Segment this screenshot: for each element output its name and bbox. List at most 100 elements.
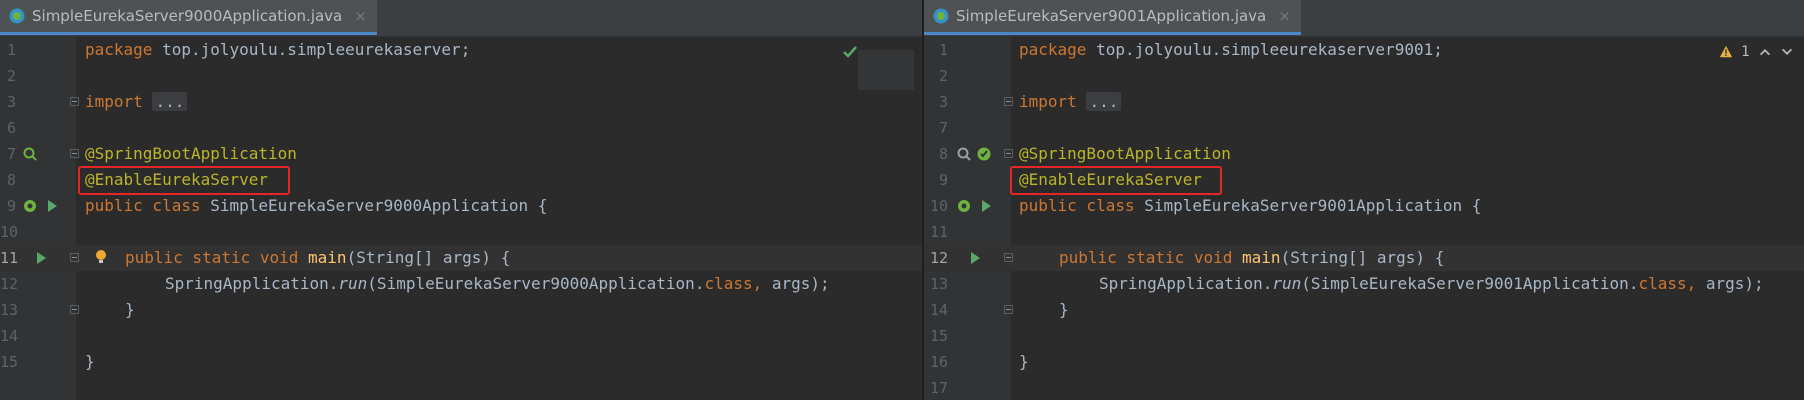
tab-simpleeurekaserver9001[interactable]: SimpleEurekaServer9001Application.java ×	[924, 0, 1301, 35]
line-number: 1	[938, 41, 948, 59]
tab-bar: SimpleEurekaServer9001Application.java ×	[924, 0, 1804, 37]
line-number: 17	[929, 379, 948, 397]
code-line: 12 SpringApplication.run(SimpleEurekaSer…	[0, 271, 922, 297]
spring-bean-icon[interactable]	[956, 146, 972, 162]
tab-title: SimpleEurekaServer9000Application.java	[32, 7, 343, 25]
editor-pane-right: SimpleEurekaServer9001Application.java ×…	[924, 0, 1804, 400]
code-line: 1 package top.jolyoulu.simpleeurekaserve…	[0, 37, 922, 63]
method-params: (String[] args) {	[1280, 248, 1445, 267]
line-number: 14	[0, 327, 19, 345]
java-class-icon	[933, 8, 949, 24]
line-number: 9	[6, 197, 16, 215]
code-text: public static void main(String[] args) {	[125, 245, 510, 271]
fold-marker-icon[interactable]	[70, 305, 79, 314]
fold-marker-icon[interactable]	[70, 149, 79, 158]
run-icon[interactable]	[33, 250, 49, 266]
fold-marker-icon[interactable]	[70, 253, 79, 262]
intention-bulb-icon[interactable]	[93, 249, 109, 265]
line-number: 2	[938, 67, 948, 85]
line-number: 7	[6, 145, 16, 163]
fold-marker-icon[interactable]	[1004, 97, 1013, 106]
line-number: 8	[938, 145, 948, 163]
keyword: class,	[704, 274, 763, 293]
code-token: (SimpleEurekaServer9001Application.	[1301, 274, 1639, 293]
code-token: SpringApplication.	[165, 274, 339, 293]
line-number: 9	[938, 171, 948, 189]
folded-imports[interactable]: ...	[1086, 92, 1122, 111]
annotation: @SpringBootApplication	[1019, 144, 1231, 163]
line-number: 11	[929, 223, 948, 241]
line-number: 3	[938, 93, 948, 111]
code-line: 15	[924, 323, 1804, 349]
spring-bean-icon[interactable]	[22, 146, 38, 162]
code-text: import ...	[1019, 89, 1122, 115]
method-name: main	[1242, 248, 1281, 267]
line-number: 15	[0, 353, 19, 371]
run-icon[interactable]	[967, 250, 983, 266]
keyword: import	[85, 92, 143, 111]
keyword: package	[85, 40, 153, 59]
line-number: 12	[929, 249, 948, 267]
code-line: 3 import ...	[0, 89, 922, 115]
code-line: 15 }	[0, 349, 922, 375]
code-line: 14 }	[924, 297, 1804, 323]
keyword: public class	[1019, 196, 1135, 215]
code-line: 2	[924, 63, 1804, 89]
run-icon[interactable]	[44, 198, 60, 214]
code-line: 6	[0, 115, 922, 141]
run-icon[interactable]	[978, 198, 994, 214]
keyword: package	[1019, 40, 1087, 59]
keyword: import	[1019, 92, 1077, 111]
code-line: 7 @SpringBootApplication	[0, 141, 922, 167]
close-icon[interactable]: ×	[354, 7, 367, 25]
spring-bean-icon[interactable]	[22, 198, 38, 214]
package-name: top.jolyoulu.simpleeurekaserver;	[152, 40, 471, 59]
code-line: 8 @SpringBootApplication	[924, 141, 1804, 167]
line-number: 11	[0, 249, 19, 267]
code-line-current: 12 public static void main(String[] args…	[924, 245, 1804, 271]
code-line: 1 package top.jolyoulu.simpleeurekaserve…	[924, 37, 1804, 63]
line-number: 10	[0, 223, 19, 241]
highlight-box	[78, 166, 290, 195]
highlight-box	[1010, 166, 1222, 195]
code-text: }	[1019, 352, 1029, 371]
code-line: 10	[0, 219, 922, 245]
fold-marker-icon[interactable]	[70, 97, 79, 106]
line-number: 6	[6, 119, 16, 137]
code-token: (SimpleEurekaServer9000Application.	[367, 274, 705, 293]
tab-simpleeurekaserver9000[interactable]: SimpleEurekaServer9000Application.java ×	[0, 0, 377, 35]
code-line: 11	[924, 219, 1804, 245]
method-call: run	[1272, 274, 1302, 293]
folded-imports[interactable]: ...	[152, 92, 188, 111]
code-token: args);	[1696, 274, 1764, 293]
code-text: public static void main(String[] args) {	[1059, 245, 1444, 271]
code-text: }	[1059, 300, 1069, 319]
code-text: @SpringBootApplication	[1019, 141, 1231, 167]
code-line: 16 }	[924, 349, 1804, 375]
method-params: (String[] args) {	[346, 248, 511, 267]
code-line-current: 11 public static void main(String[] args…	[0, 245, 922, 271]
code-line: 13 SpringApplication.run(SimpleEurekaSer…	[924, 271, 1804, 297]
code-line: 14	[0, 323, 922, 349]
code-text: package top.jolyoulu.simpleeurekaserver;	[85, 37, 470, 63]
code-text: }	[85, 352, 95, 371]
fold-marker-icon[interactable]	[1004, 305, 1013, 314]
fold-marker-icon[interactable]	[1004, 253, 1013, 262]
fold-marker-icon[interactable]	[1004, 149, 1013, 158]
method-name: main	[308, 248, 347, 267]
tab-title: SimpleEurekaServer9001Application.java	[956, 7, 1267, 25]
spring-bean-icon[interactable]	[956, 198, 972, 214]
line-number: 8	[6, 171, 16, 189]
keyword: public static void	[1059, 248, 1233, 267]
line-number: 16	[929, 353, 948, 371]
code-text: import ...	[85, 89, 188, 115]
line-number: 12	[0, 275, 19, 293]
keyword: public static void	[125, 248, 299, 267]
line-number: 3	[6, 93, 16, 111]
keyword: public class	[85, 196, 201, 215]
line-number: 14	[929, 301, 948, 319]
close-icon[interactable]: ×	[1278, 7, 1291, 25]
spring-boot-icon[interactable]	[976, 146, 992, 162]
tab-bar: SimpleEurekaServer9000Application.java ×	[0, 0, 922, 37]
code-text: public class SimpleEurekaServer9000Appli…	[85, 193, 547, 219]
